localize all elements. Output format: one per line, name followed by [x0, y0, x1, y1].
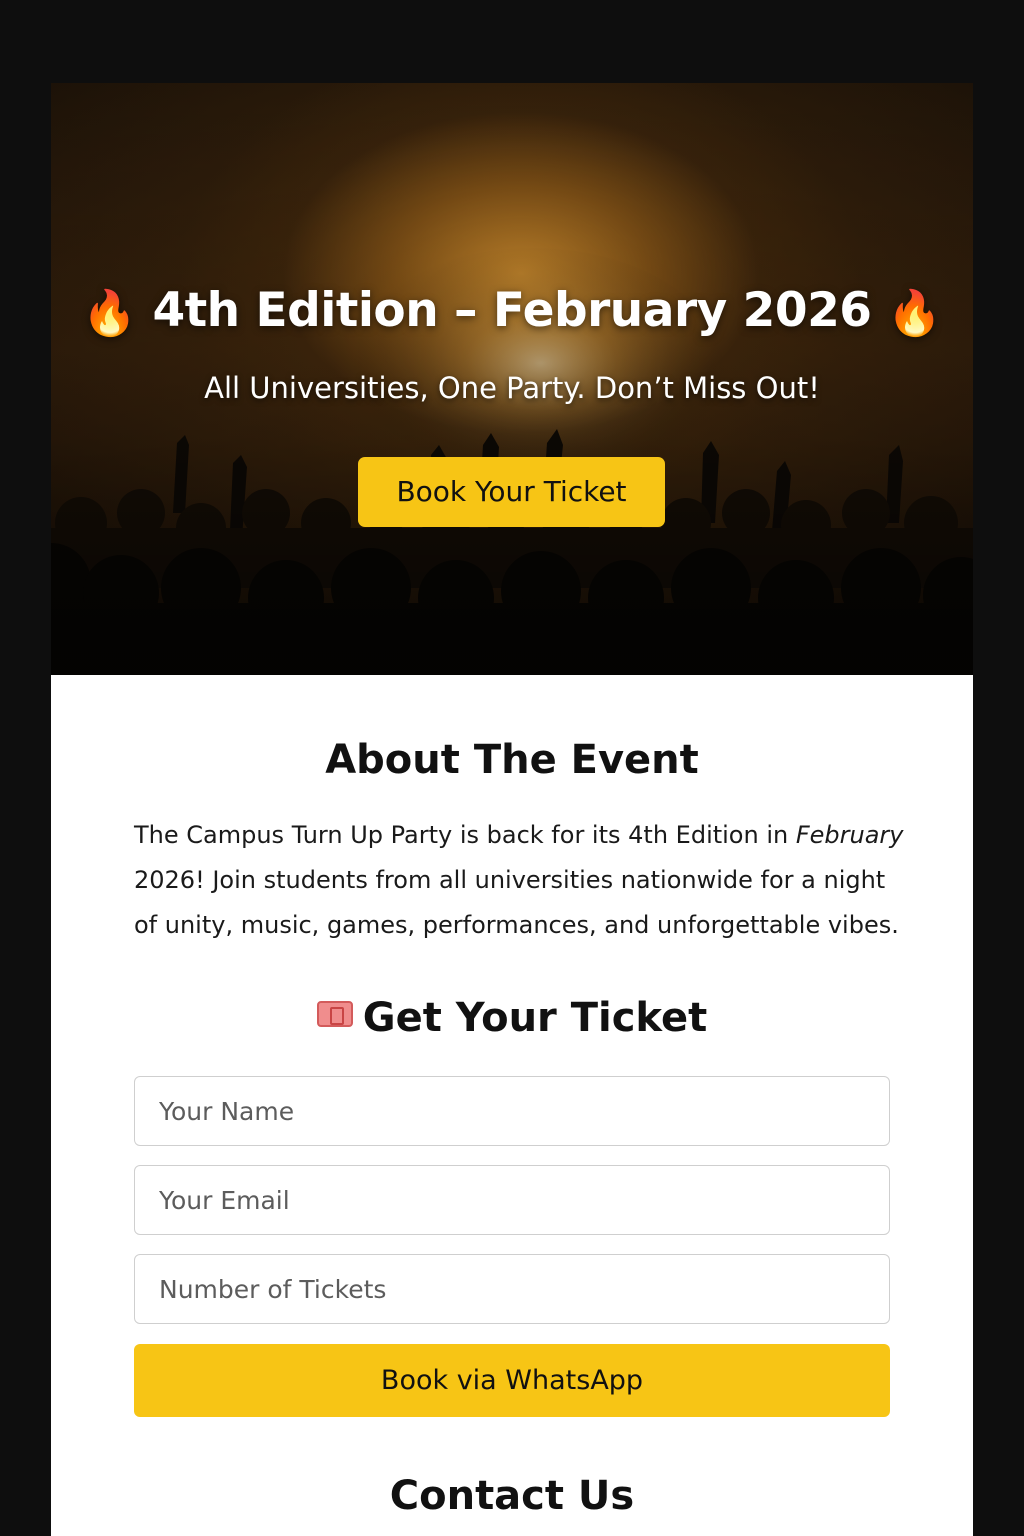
about-text-part: The Campus Turn Up Party is back for its… [134, 821, 796, 849]
book-ticket-button[interactable]: Book Your Ticket [358, 457, 665, 527]
about-text-part: 2026! Join students from all universitie… [134, 866, 899, 939]
ticket-title-text: Get Your Ticket [362, 995, 708, 1041]
fire-icon: 🔥 [887, 288, 942, 339]
hero-banner: 🔥 4th Edition – February 2026 🔥 All Univ… [51, 83, 973, 675]
contact-title: Contact Us [389, 1473, 635, 1519]
ticket-section-title: Get Your Ticket [51, 995, 973, 1041]
ticket-icon [316, 1001, 353, 1027]
book-whatsapp-button[interactable]: Book via WhatsApp [134, 1344, 890, 1417]
email-input[interactable] [134, 1165, 890, 1235]
hero-subtitle: All Universities, One Party. Don’t Miss … [204, 371, 820, 405]
about-text: The Campus Turn Up Party is back for its… [134, 813, 914, 948]
ticket-count-input[interactable] [134, 1254, 890, 1324]
about-title: About The Event [325, 737, 699, 783]
about-text-emphasis: February [795, 821, 904, 849]
hero-title: 🔥 4th Edition – February 2026 🔥 [51, 283, 973, 339]
event-page: 🔥 4th Edition – February 2026 🔥 All Univ… [51, 83, 973, 1536]
fire-icon: 🔥 [82, 288, 137, 339]
name-input[interactable] [134, 1076, 890, 1146]
hero-title-text: 4th Edition – February 2026 [152, 283, 872, 338]
